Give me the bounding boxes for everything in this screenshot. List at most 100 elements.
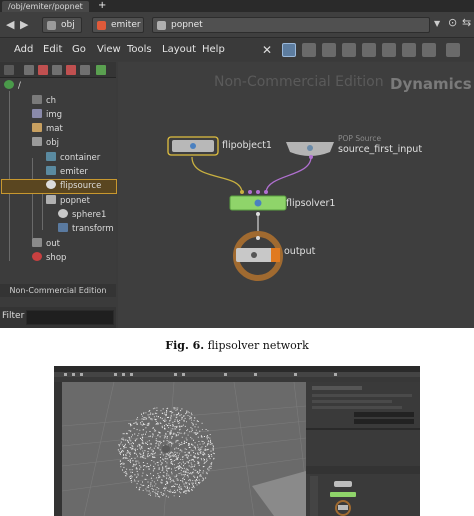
figure-label: Fig. 6. xyxy=(165,339,205,352)
pop-source-icon xyxy=(307,145,313,151)
layout-icon[interactable] xyxy=(382,43,396,57)
tab-network-path[interactable]: /obj/emiter/popnet xyxy=(2,1,89,12)
network-box-icon[interactable] xyxy=(342,43,356,57)
color-icon[interactable] xyxy=(422,43,436,57)
breadcrumb-label: obj xyxy=(61,20,75,30)
tree-connector xyxy=(32,158,33,238)
particle-source-icon xyxy=(46,180,56,189)
node-flipsolver1[interactable] xyxy=(229,190,287,216)
expand-icon[interactable] xyxy=(4,65,14,75)
menu-view[interactable]: View xyxy=(97,44,121,56)
tree-item-label: sphere1 xyxy=(72,210,107,220)
globe-icon xyxy=(4,80,14,89)
node-source-first-input[interactable] xyxy=(286,142,334,159)
sticky-note-icon[interactable] xyxy=(362,43,376,57)
mini-node xyxy=(334,481,352,487)
obj-icon xyxy=(47,21,56,30)
node-label-flipsolver1: flipsolver1 xyxy=(286,198,336,209)
menu-go[interactable]: Go xyxy=(72,44,86,56)
tree-item-container[interactable]: container xyxy=(46,152,100,165)
bypass-icon[interactable] xyxy=(66,65,76,75)
select-icon[interactable] xyxy=(24,65,34,75)
dropdown-icon[interactable]: ▼ xyxy=(434,19,440,28)
image-icon xyxy=(32,109,42,118)
grid-view-icon[interactable] xyxy=(322,43,336,57)
node-output[interactable] xyxy=(233,231,283,281)
link-icon[interactable]: ⇆ xyxy=(462,17,471,29)
pin-icon[interactable]: ⊙ xyxy=(448,17,457,29)
node-label-flipobject1: flipobject1 xyxy=(222,140,272,151)
object-icon xyxy=(32,137,42,146)
breadcrumb-popnet[interactable]: popnet xyxy=(152,17,430,33)
tree-item-label: transform xyxy=(72,224,114,234)
breadcrumb-obj[interactable]: obj xyxy=(42,17,82,33)
menu-add[interactable]: Add xyxy=(14,44,33,56)
network-editor[interactable]: Non-Commercial Edition Dynamics flipobje… xyxy=(118,62,474,328)
emitter-sphere xyxy=(162,445,170,453)
node-label-output: output xyxy=(284,246,316,257)
transform-icon xyxy=(58,223,68,232)
path-bar: ◀ ▶ obj emiter popnet ▼ ⊙ ⇆ xyxy=(0,12,474,38)
houdini-network-screenshot: /obj/emiter/popnet + ◀ ▶ obj emiter popn… xyxy=(0,0,474,328)
node-label-source: source_first_input xyxy=(338,144,423,155)
tree-item-img[interactable]: img xyxy=(32,109,62,122)
tree-item-label: popnet xyxy=(60,196,90,206)
breadcrumb-label: emiter xyxy=(111,20,141,30)
tree-item-flipsource[interactable]: flipsource xyxy=(1,179,117,194)
options-icon[interactable] xyxy=(446,43,460,57)
geometry-icon xyxy=(46,166,56,175)
menu-tools[interactable]: Tools xyxy=(127,44,152,56)
forward-arrow-icon[interactable]: ▶ xyxy=(20,19,28,31)
tree-item-label: img xyxy=(46,110,63,120)
table-view-icon[interactable] xyxy=(302,43,316,57)
tree-item-label: obj xyxy=(46,138,59,148)
wire-source xyxy=(265,156,312,193)
flip-solver-icon xyxy=(254,199,262,207)
geometry-icon xyxy=(97,21,106,30)
tree-item-shop[interactable]: shop xyxy=(32,252,66,265)
lock-icon[interactable] xyxy=(80,65,90,75)
menu-help[interactable]: Help xyxy=(202,44,225,56)
tree-item-sphere1[interactable]: sphere1 xyxy=(58,209,106,222)
back-arrow-icon[interactable]: ◀ xyxy=(6,19,14,31)
mini-solver-node xyxy=(330,492,356,497)
tree-item-ch[interactable]: ch xyxy=(32,95,56,108)
dopnet-icon xyxy=(157,21,166,30)
filter-input[interactable] xyxy=(26,310,114,325)
tree-item-label: flipsource xyxy=(60,181,102,191)
tree-item-mat[interactable]: mat xyxy=(32,123,63,136)
filter-label: Filter xyxy=(2,311,25,321)
flag-icon[interactable] xyxy=(402,43,416,57)
breadcrumb-emiter[interactable]: emiter xyxy=(92,17,144,33)
filter-bar: Filter xyxy=(0,307,116,328)
geometry-icon xyxy=(46,152,56,161)
tree-item-popnet[interactable]: popnet xyxy=(46,195,90,208)
tree-item-emiter[interactable]: emiter xyxy=(46,166,88,179)
tree-item-out[interactable]: out xyxy=(32,238,60,251)
menu-edit[interactable]: Edit xyxy=(43,44,62,56)
tree-item-obj[interactable]: obj xyxy=(32,137,59,150)
figure-text: flipsolver network xyxy=(204,339,309,352)
display-flag-icon[interactable] xyxy=(38,65,48,75)
node-type-label: POP Source xyxy=(338,134,382,143)
tree-item-label: mat xyxy=(46,124,63,134)
output-icon xyxy=(251,252,257,258)
non-commercial-label: Non-Commercial Edition xyxy=(0,284,116,297)
tree-item-root[interactable]: / xyxy=(4,80,21,93)
network-graph xyxy=(167,136,334,281)
tree-item-label: / xyxy=(18,81,21,91)
wrench-icon[interactable]: ✕ xyxy=(262,43,276,57)
dopnet-icon xyxy=(46,195,56,204)
list-view-icon[interactable] xyxy=(282,43,296,57)
viewport-render xyxy=(54,366,420,516)
scene-tree: / ch img mat obj container emiter flipso… xyxy=(0,78,117,284)
tree-item-transform[interactable]: transform xyxy=(58,223,114,236)
render-flag-icon[interactable] xyxy=(96,65,106,75)
tree-item-label: ch xyxy=(46,96,57,106)
menu-layout[interactable]: Layout xyxy=(162,44,196,56)
houdini-viewport-screenshot xyxy=(54,366,420,516)
add-tab-button[interactable]: + xyxy=(98,0,106,12)
node-flipobject1[interactable] xyxy=(167,136,219,156)
figure-caption: Fig. 6. flipsolver network xyxy=(0,339,474,352)
template-icon[interactable] xyxy=(52,65,62,75)
